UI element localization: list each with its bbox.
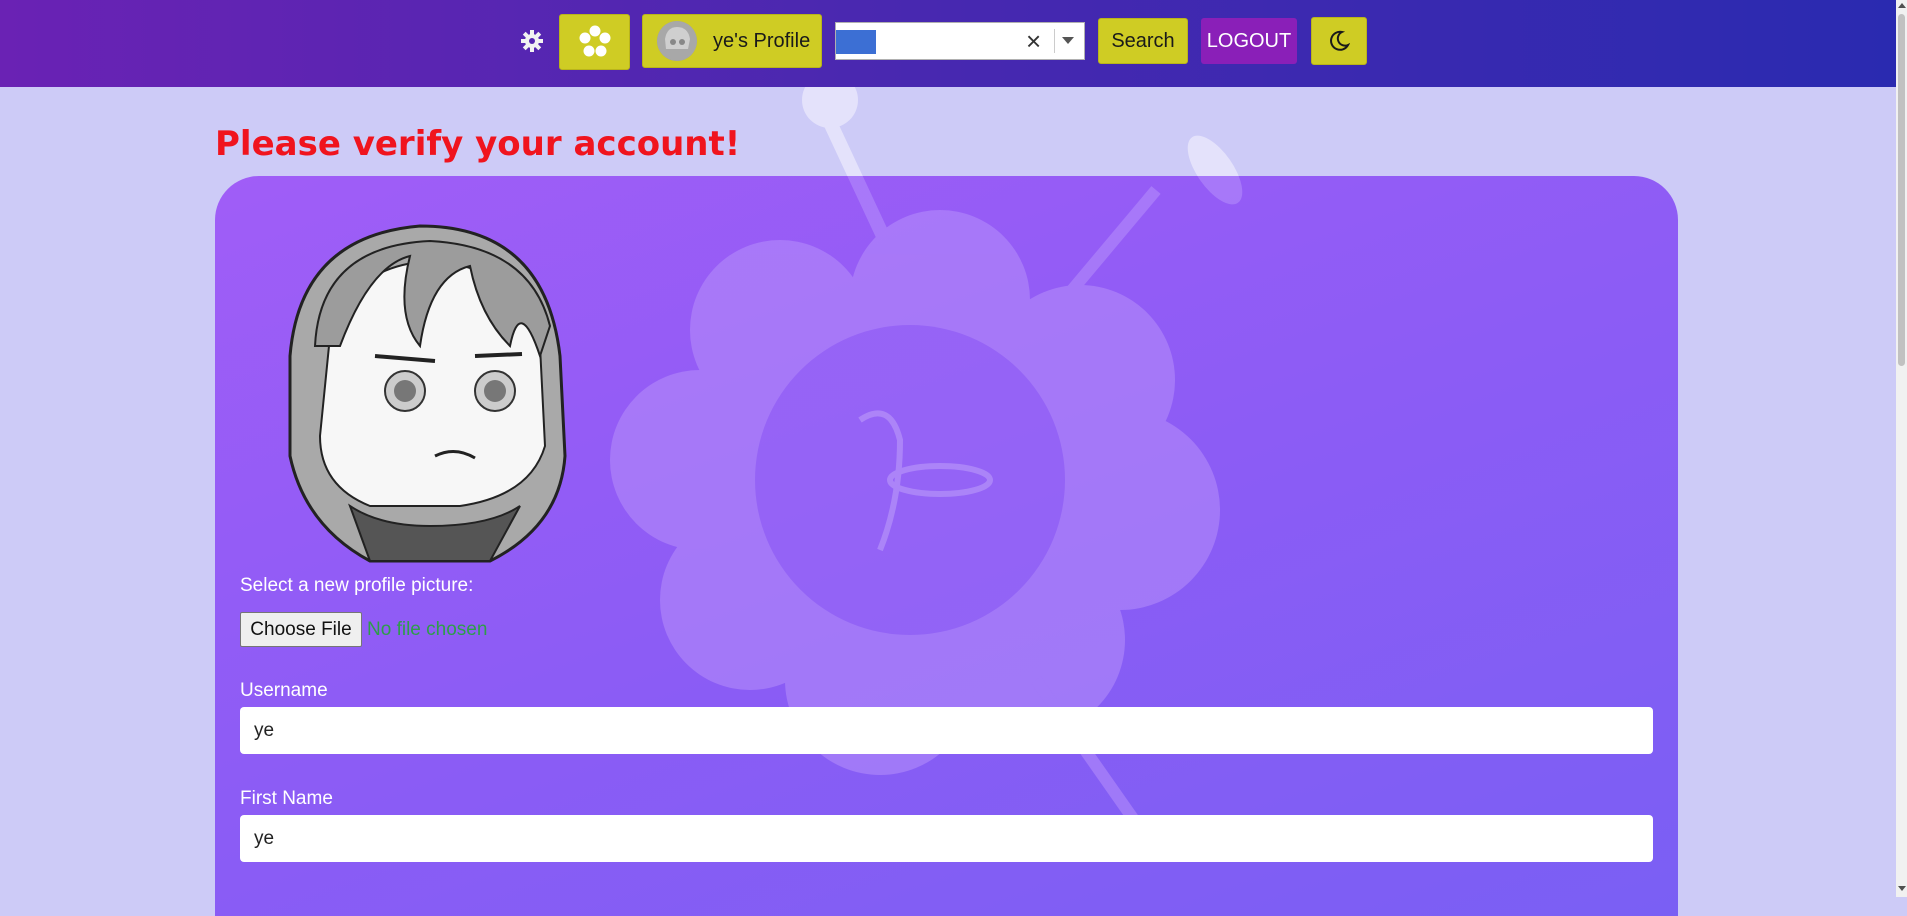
search-button[interactable]: Search — [1098, 18, 1188, 64]
logout-button[interactable]: LOGOUT — [1201, 18, 1297, 64]
username-label: Username — [240, 680, 328, 701]
page-scrollbar[interactable] — [1896, 0, 1907, 897]
search-select[interactable]: × — [835, 22, 1085, 60]
profile-card: Select a new profile picture: Choose Fil… — [215, 176, 1678, 916]
scroll-down-icon[interactable] — [1898, 886, 1906, 891]
flower-icon — [579, 25, 610, 57]
scrollbar-thumb[interactable] — [1898, 14, 1905, 366]
scroll-up-icon[interactable] — [1898, 3, 1906, 8]
verify-account-alert: Please verify your account! — [215, 124, 741, 164]
first-name-label: First Name — [240, 788, 333, 809]
theme-toggle-button[interactable] — [1311, 17, 1367, 65]
chevron-down-icon[interactable] — [1062, 37, 1074, 44]
choose-file-button[interactable]: Choose File — [240, 612, 362, 647]
profile-picture — [288, 224, 567, 563]
profile-button-label: ye's Profile — [713, 29, 811, 52]
home-button[interactable] — [559, 14, 630, 70]
gear-icon[interactable] — [520, 29, 544, 53]
profile-picture-label: Select a new profile picture: — [240, 575, 474, 596]
top-navbar: ye's Profile × Search LOGOUT — [0, 0, 1896, 87]
username-field[interactable]: ye — [240, 707, 1653, 754]
clear-icon[interactable]: × — [1026, 28, 1041, 54]
first-name-field[interactable]: ye — [240, 815, 1653, 862]
file-status-text: No file chosen — [367, 619, 488, 640]
avatar-thumbnail — [657, 21, 697, 61]
moon-icon — [1330, 30, 1350, 51]
search-text-selection — [836, 30, 876, 54]
select-divider — [1054, 29, 1055, 53]
profile-button[interactable]: ye's Profile — [642, 14, 822, 68]
card-watermark — [610, 176, 1243, 831]
